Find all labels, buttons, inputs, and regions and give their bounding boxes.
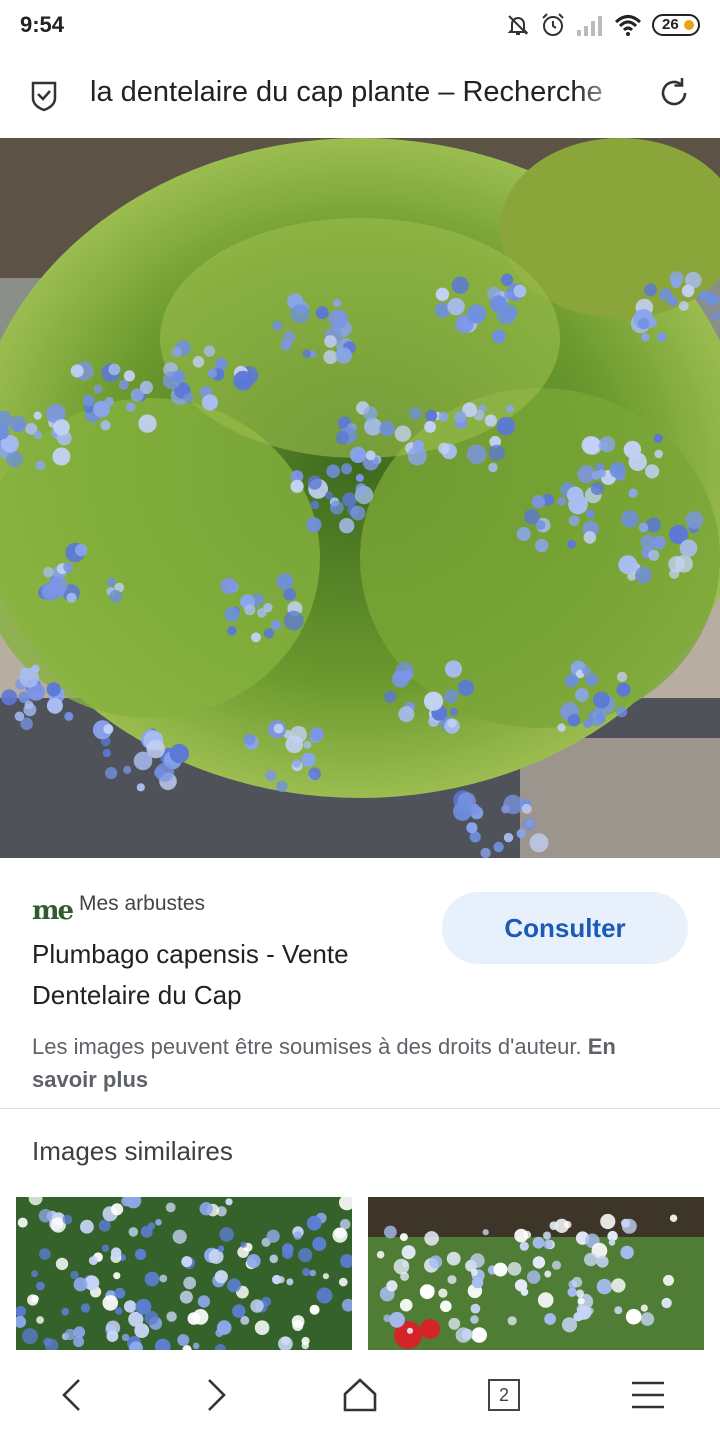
- similar-image-2[interactable]: [368, 1197, 704, 1350]
- reload-icon[interactable]: [657, 76, 691, 110]
- similar-image-1[interactable]: [16, 1197, 352, 1350]
- bell-off-icon: [507, 15, 529, 35]
- source-name[interactable]: Mes arbustes: [79, 892, 205, 916]
- battery-icon: 26: [652, 14, 700, 36]
- result-title[interactable]: Plumbago capensis - Vente Dentelaire du …: [32, 934, 432, 1016]
- consult-button[interactable]: Consulter: [442, 892, 688, 964]
- battery-level: 26: [662, 16, 679, 33]
- wifi-icon: [614, 15, 642, 36]
- battery-dot: [684, 20, 694, 30]
- plumbago-photo: [0, 138, 720, 858]
- result-image[interactable]: [0, 138, 720, 858]
- address-bar: la dentelaire du cap plante – Recherche: [0, 50, 720, 138]
- copyright-text: Les images peuvent être soumises à des d…: [32, 1034, 582, 1059]
- bottom-nav: 2: [0, 1350, 720, 1440]
- similar-photo-1: [16, 1197, 352, 1350]
- url-field[interactable]: la dentelaire du cap plante – Recherche: [90, 76, 630, 109]
- status-bar: 9:54 26: [0, 0, 720, 50]
- similar-photo-2: [368, 1197, 704, 1350]
- home-icon[interactable]: [340, 1375, 380, 1415]
- status-time: 9:54: [20, 12, 65, 37]
- tabs-icon[interactable]: 2: [484, 1375, 524, 1415]
- tab-count: 2: [488, 1379, 520, 1411]
- copyright-notice: Les images peuvent être soumises à des d…: [32, 1030, 682, 1096]
- shield-check-icon[interactable]: [30, 80, 58, 112]
- alarm-icon: [542, 13, 564, 36]
- status-icons: 26: [506, 10, 700, 40]
- source-logo: me: [32, 896, 74, 926]
- divider: [0, 1108, 720, 1109]
- forward-icon[interactable]: [196, 1375, 236, 1415]
- back-icon[interactable]: [52, 1375, 92, 1415]
- menu-icon[interactable]: [628, 1375, 668, 1415]
- similar-images-heading: Images similaires: [32, 1136, 233, 1166]
- signal-icon: [577, 16, 602, 36]
